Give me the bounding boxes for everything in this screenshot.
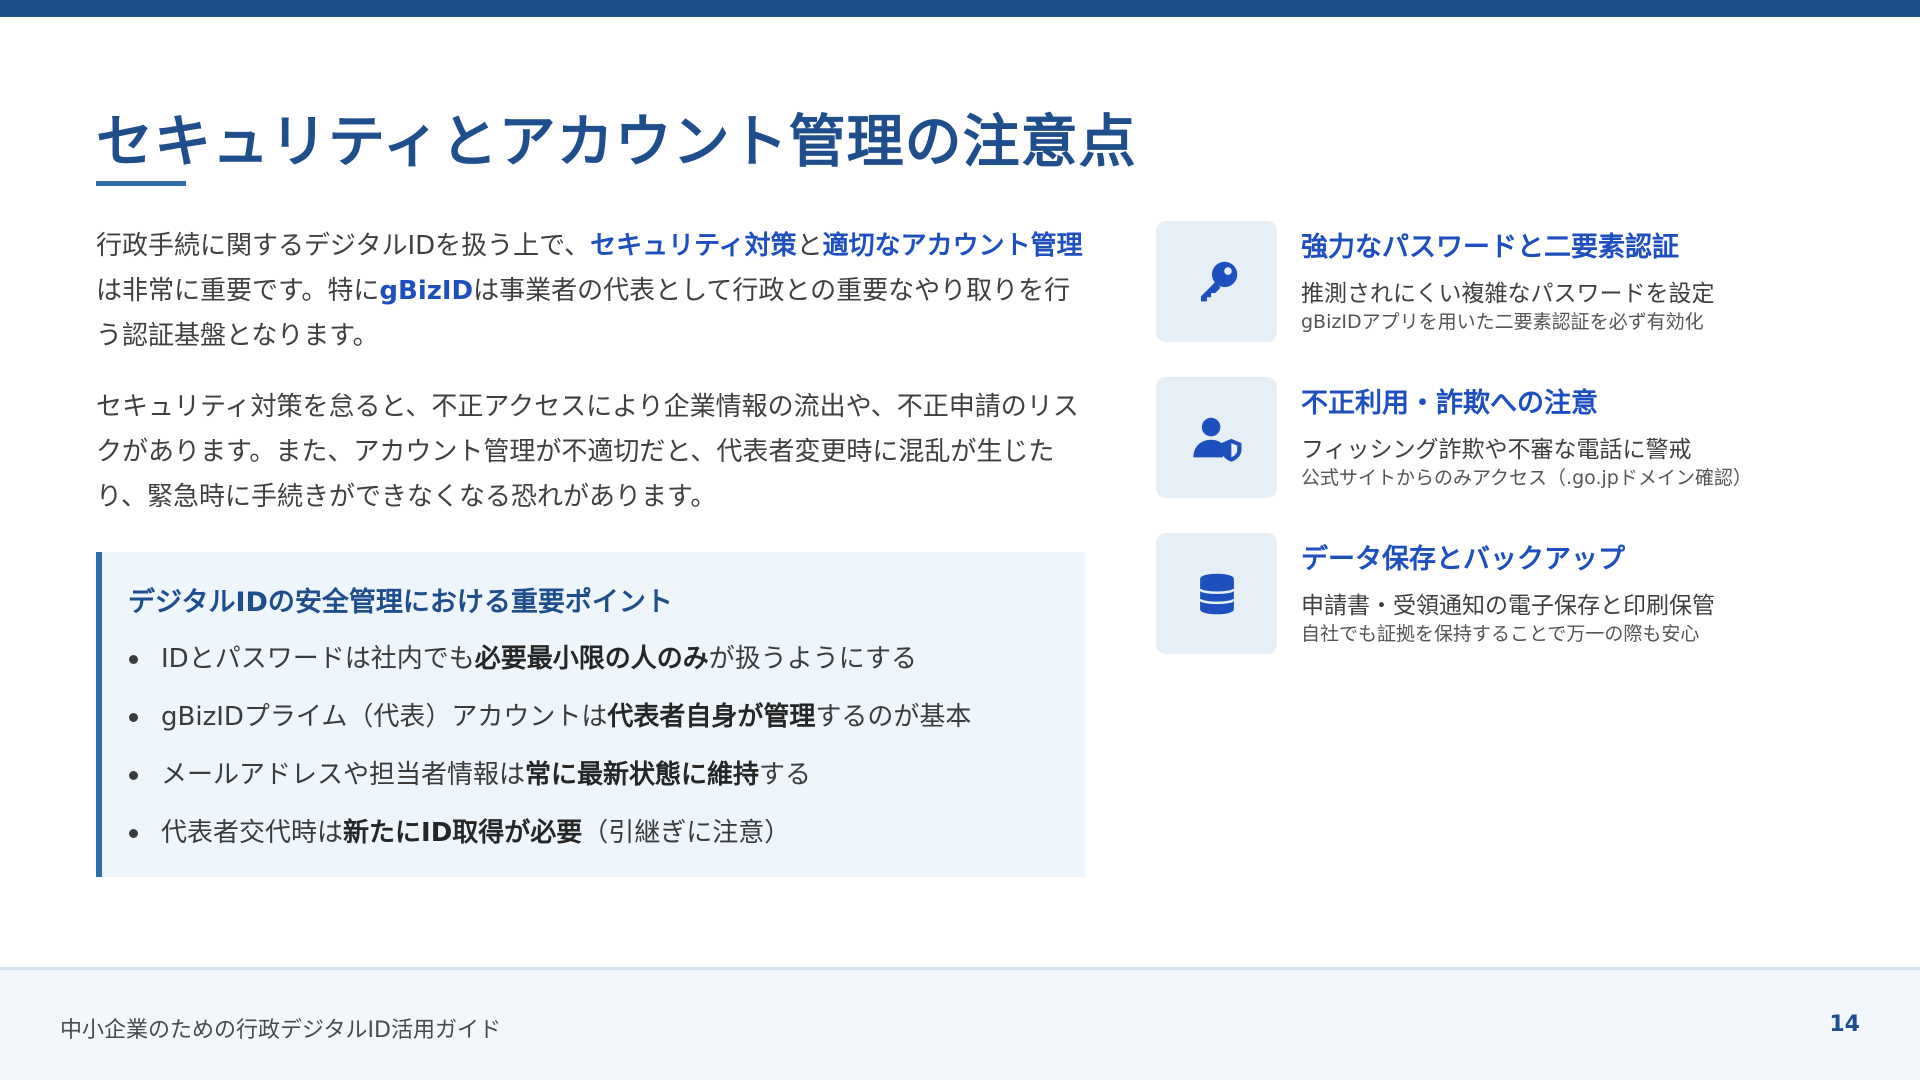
intro-text: は非常に重要です。特に (96, 276, 380, 306)
list-item-text: gBizIDプライム（代表）アカウントは (161, 702, 608, 732)
feature-title: 不正利用・詐欺への注意 (1301, 388, 1598, 419)
list-item: gBizIDプライム（代表）アカウントは代表者自身が管理するのが基本 (126, 688, 971, 746)
feature-backup: データ保存とバックアップ 申請書・受領通知の電子保存と印刷保管 自社でも証拠を保… (1156, 533, 1856, 658)
bullet-icon (129, 829, 138, 838)
key-points-list: IDとパスワードは社内でも必要最小限の人のみが扱うようにする gBizIDプライ… (126, 630, 971, 862)
user-shield-icon (1156, 377, 1277, 498)
bullet-icon (129, 771, 138, 780)
title-underline (96, 181, 186, 186)
feature-title: 強力なパスワードと二要素認証 (1301, 232, 1679, 263)
intro-paragraph-2: セキュリティ対策を怠ると、不正アクセスにより企業情報の流出や、不正申請のリスクが… (96, 392, 1079, 512)
list-item: IDとパスワードは社内でも必要最小限の人のみが扱うようにする (126, 630, 971, 688)
feature-password: 強力なパスワードと二要素認証 推測されにくい複雑なパスワードを設定 gBizID… (1156, 221, 1856, 346)
list-item-emphasis: 常に最新状態に維持 (525, 760, 760, 790)
highlight-gbizid: gBizID (379, 276, 474, 306)
list-item: 代表者交代時は新たにID取得が必要（引継ぎに注意） (126, 804, 971, 862)
list-item-text: （引継ぎに注意） (582, 818, 791, 848)
bullet-icon (129, 655, 138, 664)
database-icon (1156, 533, 1277, 654)
footer-title: 中小企業のための行政デジタルID活用ガイド (60, 1018, 501, 1043)
feature-note: 公式サイトからのみアクセス（.go.jpドメイン確認） (1301, 467, 1752, 489)
feature-description: フィッシング詐欺や不審な電話に警戒 (1301, 437, 1692, 463)
bullet-icon (129, 713, 138, 722)
list-item: メールアドレスや担当者情報は常に最新状態に維持する (126, 746, 971, 804)
feature-note: 自社でも証拠を保持することで万一の際も安心 (1301, 623, 1700, 645)
callout-title: デジタルIDの安全管理における重要ポイント (128, 587, 673, 618)
list-item-text: IDとパスワードは社内でも (161, 644, 475, 674)
list-item-text: するのが基本 (815, 702, 972, 732)
intro-text: と (796, 231, 823, 261)
feature-description: 推測されにくい複雑なパスワードを設定 (1301, 281, 1715, 307)
feature-note: gBizIDアプリを用いた二要素認証を必ず有効化 (1301, 311, 1704, 333)
list-item-text: 代表者交代時は (161, 818, 344, 848)
feature-title: データ保存とバックアップ (1301, 544, 1625, 575)
list-item-text: する (759, 760, 812, 790)
highlight-security: セキュリティ対策 (590, 231, 797, 261)
page-number: 14 (1829, 1012, 1860, 1037)
key-points-callout: デジタルIDの安全管理における重要ポイント IDとパスワードは社内でも必要最小限… (96, 552, 1085, 877)
intro-paragraph-1: 行政手続に関するデジタルIDを扱う上で、セキュリティ対策と適切なアカウント管理は… (96, 224, 1086, 359)
top-accent-bar (0, 0, 1920, 17)
list-item-emphasis: 代表者自身が管理 (607, 702, 816, 732)
key-icon (1156, 221, 1277, 342)
intro-text: 行政手続に関するデジタルIDを扱う上で、 (96, 231, 591, 261)
list-item-emphasis: 必要最小限の人のみ (474, 644, 709, 674)
feature-fraud: 不正利用・詐欺への注意 フィッシング詐欺や不審な電話に警戒 公式サイトからのみア… (1156, 377, 1856, 502)
footer: 中小企業のための行政デジタルID活用ガイド 14 (0, 967, 1920, 1080)
feature-description: 申請書・受領通知の電子保存と印刷保管 (1301, 593, 1715, 619)
highlight-account-management: 適切なアカウント管理 (822, 231, 1083, 261)
list-item-text: メールアドレスや担当者情報は (161, 760, 526, 790)
list-item-emphasis: 新たにID取得が必要 (343, 818, 583, 848)
slide-title: セキュリティとアカウント管理の注意点 (96, 109, 1137, 175)
list-item-text: が扱うようにする (708, 644, 917, 674)
